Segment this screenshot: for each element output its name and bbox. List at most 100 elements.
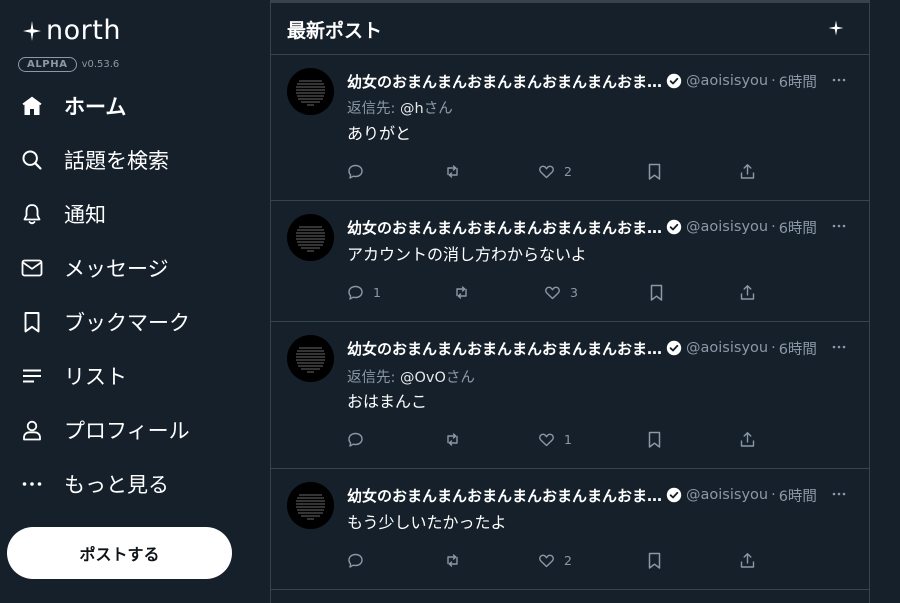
avatar[interactable] bbox=[287, 335, 334, 382]
post-text: ありがと bbox=[347, 124, 412, 143]
author-handle[interactable]: @aoisisyou bbox=[686, 73, 768, 89]
reply-icon bbox=[348, 164, 363, 179]
reply-button[interactable] bbox=[347, 161, 373, 181]
nav-item-messages[interactable]: メッセージ bbox=[0, 241, 270, 295]
like-count: 1 bbox=[564, 431, 572, 447]
reply-icon bbox=[348, 285, 363, 300]
nav-item-bookmarks[interactable]: ブックマーク bbox=[0, 295, 270, 349]
bookmark-button[interactable] bbox=[646, 550, 663, 570]
post-time[interactable]: 6時間 bbox=[779, 217, 817, 238]
share-button[interactable] bbox=[739, 161, 756, 181]
post-item[interactable]: 幼女のおまんまんおまんまんおまんまんおま… @aoisisyou · 6時間 も… bbox=[271, 470, 869, 590]
post-time[interactable]: 6時間 bbox=[779, 338, 817, 359]
bookmark-icon bbox=[650, 284, 663, 301]
like-button[interactable]: 1 bbox=[538, 429, 572, 449]
next-post-partial[interactable] bbox=[271, 590, 869, 603]
reply-to-suffix: さん bbox=[423, 101, 453, 117]
version-row: ALPHA v0.53.6 bbox=[18, 57, 119, 72]
version-label: v0.53.6 bbox=[81, 59, 120, 70]
nav-label-messages: メッセージ bbox=[64, 257, 169, 281]
sparkle-icon[interactable] bbox=[828, 20, 844, 36]
avatar[interactable] bbox=[287, 482, 334, 529]
bookmark-icon bbox=[648, 552, 661, 569]
nav-label-profile: プロフィール bbox=[64, 419, 190, 443]
reply-to-mention[interactable]: @h bbox=[400, 101, 424, 117]
timeline-header: 最新ポスト bbox=[271, 3, 869, 55]
author-name[interactable]: 幼女のおまんまんおまんまんおまんまんおま… bbox=[347, 485, 662, 506]
bookmark-button[interactable] bbox=[646, 161, 663, 181]
page-title: 最新ポスト bbox=[287, 20, 383, 42]
repost-icon bbox=[447, 164, 458, 178]
author-name[interactable]: 幼女のおまんまんおまんまんおまんまんおま… bbox=[347, 217, 662, 238]
more-options-icon[interactable] bbox=[831, 339, 847, 355]
nav-label-notifications: 通知 bbox=[64, 203, 106, 227]
verified-badge-icon bbox=[666, 219, 682, 235]
more-options-icon[interactable] bbox=[831, 218, 847, 234]
avatar-image bbox=[287, 214, 334, 261]
repost-button[interactable] bbox=[444, 550, 470, 570]
app-logo[interactable]: north bbox=[22, 14, 121, 48]
separator-dot: · bbox=[771, 73, 776, 89]
post-actions: 1 3 bbox=[347, 282, 767, 302]
bookmark-icon bbox=[648, 163, 661, 180]
bookmark-button[interactable] bbox=[646, 429, 663, 449]
nav-item-home[interactable]: ホーム bbox=[0, 79, 270, 133]
heart-icon bbox=[539, 433, 554, 446]
author-name[interactable]: 幼女のおまんまんおまんまんおまんまんおま… bbox=[347, 338, 662, 359]
verified-badge-icon bbox=[666, 340, 682, 356]
post-item[interactable]: 幼女のおまんまんおまんまんおまんまんおま… @aoisisyou · 6時間 ア… bbox=[271, 202, 869, 322]
nav-item-search[interactable]: 話題を検索 bbox=[0, 133, 270, 187]
reply-button[interactable] bbox=[347, 429, 373, 449]
post-actions: 2 bbox=[347, 550, 767, 570]
user-icon bbox=[20, 418, 44, 442]
repost-button[interactable] bbox=[444, 161, 470, 181]
nav-label-lists: リスト bbox=[64, 365, 127, 389]
separator-dot: · bbox=[771, 340, 776, 356]
post-header: 幼女のおまんまんおまんまんおまんまんおま… @aoisisyou · 6時間 bbox=[347, 484, 817, 506]
nav-item-lists[interactable]: リスト bbox=[0, 349, 270, 403]
share-icon bbox=[740, 431, 755, 447]
share-button[interactable] bbox=[739, 282, 756, 302]
author-handle[interactable]: @aoisisyou bbox=[686, 219, 768, 235]
more-icon bbox=[20, 472, 44, 496]
nav-item-notifications[interactable]: 通知 bbox=[0, 187, 270, 241]
alpha-badge: ALPHA bbox=[18, 57, 77, 72]
author-name[interactable]: 幼女のおまんまんおまんまんおまんまんおま… bbox=[347, 71, 662, 92]
avatar-image bbox=[287, 68, 334, 115]
repost-icon bbox=[447, 432, 458, 446]
nav-item-profile[interactable]: プロフィール bbox=[0, 403, 270, 457]
compose-post-button[interactable]: ポストする bbox=[7, 527, 232, 579]
bookmark-button[interactable] bbox=[648, 282, 665, 302]
more-options-icon[interactable] bbox=[831, 486, 847, 502]
author-handle[interactable]: @aoisisyou bbox=[686, 340, 768, 356]
more-options-icon[interactable] bbox=[831, 72, 847, 88]
reply-to-mention[interactable]: @OvO bbox=[400, 370, 446, 386]
reply-button[interactable]: 1 bbox=[347, 282, 381, 302]
share-button[interactable] bbox=[739, 550, 756, 570]
post-text: アカウントの消し方わからないよ bbox=[347, 245, 587, 264]
repost-button[interactable] bbox=[444, 429, 470, 449]
avatar[interactable] bbox=[287, 214, 334, 261]
like-button[interactable]: 3 bbox=[544, 282, 578, 302]
like-button[interactable]: 2 bbox=[538, 161, 572, 181]
share-button[interactable] bbox=[739, 429, 756, 449]
heart-icon bbox=[545, 286, 560, 299]
reply-to-prefix: 返信先: bbox=[347, 370, 400, 386]
avatar[interactable] bbox=[287, 68, 334, 115]
post-time[interactable]: 6時間 bbox=[779, 71, 817, 92]
post-item[interactable]: 幼女のおまんまんおまんまんおまんまんおま… @aoisisyou · 6時間 返… bbox=[271, 56, 869, 201]
main-nav: ホーム 話題を検索 通知 メッセージ ブックマーク リスト プロフィール もっと… bbox=[0, 79, 270, 511]
nav-item-more[interactable]: もっと見る bbox=[0, 457, 270, 511]
avatar-image bbox=[287, 482, 334, 529]
repost-button[interactable] bbox=[453, 282, 479, 302]
author-handle[interactable]: @aoisisyou bbox=[686, 487, 768, 503]
sidebar: north ALPHA v0.53.6 ホーム 話題を検索 通知 メッセージ ブ… bbox=[0, 0, 270, 603]
post-time[interactable]: 6時間 bbox=[779, 485, 817, 506]
separator-dot: · bbox=[771, 487, 776, 503]
reply-button[interactable] bbox=[347, 550, 373, 570]
like-button[interactable]: 2 bbox=[538, 550, 572, 570]
verified-badge-icon bbox=[666, 73, 682, 89]
post-item[interactable]: 幼女のおまんまんおまんまんおまんまんおま… @aoisisyou · 6時間 返… bbox=[271, 323, 869, 469]
separator-dot: · bbox=[771, 219, 776, 235]
heart-icon bbox=[539, 554, 554, 567]
